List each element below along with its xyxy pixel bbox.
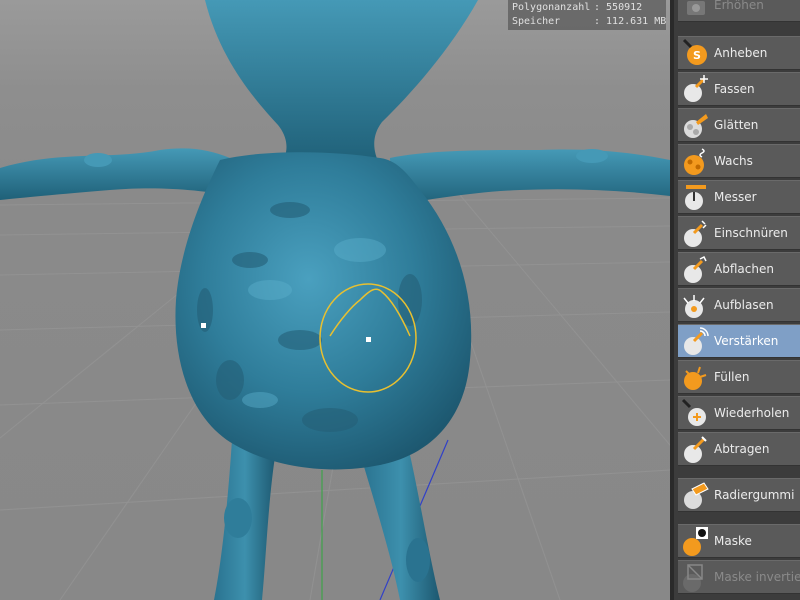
tool-abflachen[interactable]: Abflachen <box>678 252 800 286</box>
sculpt-tool-panel: Erhöhen S Anheben Fassen Glätten Wachs M… <box>670 0 800 600</box>
brush-center-point <box>366 337 371 342</box>
tool-messer[interactable]: Messer <box>678 180 800 214</box>
tool-label: Einschnüren <box>714 226 788 240</box>
right-arm <box>390 149 670 205</box>
tool-label: Erhöhen <box>714 0 764 12</box>
tool-maske-invertieren[interactable]: Maske invertieren <box>678 560 800 594</box>
tool-label: Glätten <box>714 118 759 132</box>
tool-fuellen[interactable]: Füllen <box>678 360 800 394</box>
tool-radiergummi[interactable]: Radiergummi <box>678 478 800 512</box>
tool-label: Messer <box>714 190 757 204</box>
pull-icon: S <box>678 37 714 69</box>
tool-abtragen[interactable]: Abtragen <box>678 432 800 466</box>
flatten-icon <box>678 253 714 285</box>
polygon-count-label: Polygonanzahl <box>512 2 591 13</box>
tool-label: Radiergummi <box>714 488 795 502</box>
memory-label: Speicher <box>512 16 561 27</box>
tool-wachs[interactable]: Wachs <box>678 144 800 178</box>
polygon-count-value: : 550912 <box>594 2 643 13</box>
increase-icon <box>678 0 714 21</box>
tool-label: Abtragen <box>714 442 770 456</box>
tool-glaetten[interactable]: Glätten <box>678 108 800 142</box>
tool-anheben[interactable]: S Anheben <box>678 36 800 70</box>
tool-einschnueren[interactable]: Einschnüren <box>678 216 800 250</box>
tool-fassen[interactable]: Fassen <box>678 72 800 106</box>
right-leg <box>362 455 440 600</box>
neck <box>205 0 478 165</box>
svg-text:S: S <box>693 49 701 62</box>
inflate-icon <box>678 289 714 321</box>
tool-label: Aufblasen <box>714 298 774 312</box>
left-arm <box>0 148 232 200</box>
pinch-icon <box>678 217 714 249</box>
amplify-icon <box>678 325 714 357</box>
tool-label: Füllen <box>714 370 750 384</box>
tool-label: Maske <box>714 534 752 548</box>
repeat-icon <box>678 397 714 429</box>
scrape-icon <box>678 433 714 465</box>
tool-verstaerken[interactable]: Verstärken <box>678 324 800 358</box>
tool-label: Verstärken <box>714 334 779 348</box>
tool-label: Wachs <box>714 154 753 168</box>
viewport-scene <box>0 0 670 600</box>
smooth-icon <box>678 109 714 141</box>
3d-viewport[interactable]: Polygonanzahl: 550912 Speicher : 112.631 … <box>0 0 670 600</box>
tool-maske[interactable]: Maske <box>678 524 800 558</box>
fill-icon <box>678 361 714 393</box>
tool-wiederholen[interactable]: Wiederholen <box>678 396 800 430</box>
knife-icon <box>678 181 714 213</box>
symmetry-point <box>201 323 206 328</box>
wax-icon <box>678 145 714 177</box>
tool-label: Anheben <box>714 46 768 60</box>
tool-label: Wiederholen <box>714 406 790 420</box>
invert-mask-icon <box>678 561 714 593</box>
tool-label: Fassen <box>714 82 755 96</box>
scene-stats: Polygonanzahl: 550912 Speicher : 112.631 … <box>508 0 666 30</box>
tool-label: Abflachen <box>714 262 774 276</box>
tool-erhoehen[interactable]: Erhöhen <box>678 0 800 22</box>
mask-icon <box>678 525 714 557</box>
eraser-icon <box>678 479 714 511</box>
tool-aufblasen[interactable]: Aufblasen <box>678 288 800 322</box>
grab-icon <box>678 73 714 105</box>
memory-value: : 112.631 MB <box>594 16 667 27</box>
tool-label: Maske invertieren <box>714 570 800 584</box>
